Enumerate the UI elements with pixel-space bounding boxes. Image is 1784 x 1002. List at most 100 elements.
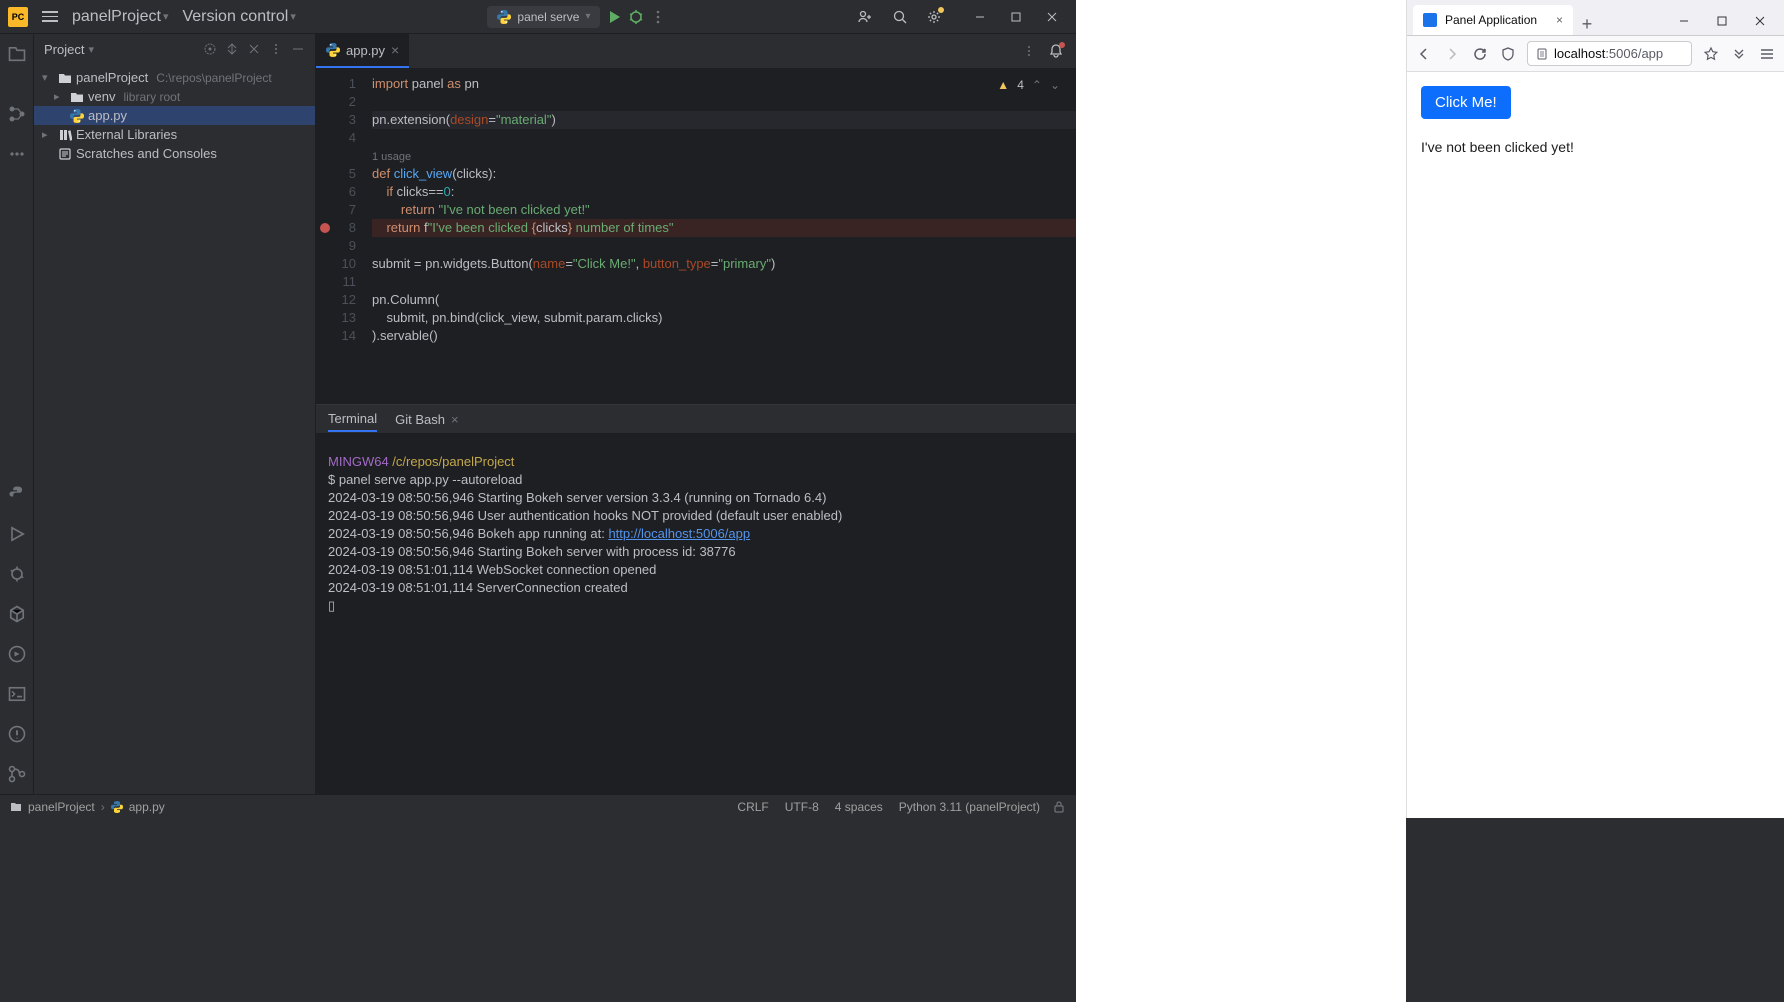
code-editor[interactable]: ▲ 4 ⌃ ⌄ 1234567891011121314 import panel… — [316, 68, 1076, 404]
close-tab-button[interactable]: × — [1556, 13, 1563, 27]
terminal-tab[interactable]: Git Bash× — [395, 408, 458, 431]
run-config-dropdown[interactable]: panel serve ▾ — [487, 6, 600, 28]
editor-tabs: app.py × — [316, 34, 1076, 68]
select-opened-file-icon[interactable] — [203, 42, 217, 56]
breakpoint-gutter[interactable] — [316, 68, 334, 404]
window-close-button[interactable] — [1036, 3, 1068, 31]
search-everywhere-button[interactable] — [892, 9, 908, 25]
editor-tab-label: app.py — [346, 43, 385, 58]
terminal-tabs: Terminal Git Bash× — [316, 405, 1076, 433]
terminal-line: 2024-03-19 08:50:56,946 Starting Bokeh s… — [328, 489, 1064, 507]
editor-tab-file[interactable]: app.py × — [316, 34, 409, 68]
tree-item[interactable]: app.py — [34, 106, 315, 125]
chevron-right-icon: › — [101, 800, 105, 814]
line-number: 4 — [334, 129, 356, 147]
tree-item[interactable]: Scratches and Consoles — [34, 144, 315, 163]
status-item[interactable]: 4 spaces — [835, 800, 883, 814]
line-number: 14 — [334, 327, 356, 345]
problems-tool-icon[interactable] — [7, 724, 27, 744]
line-number-gutter: 1234567891011121314 — [334, 68, 364, 404]
terminal-output[interactable]: MINGW64 /c/repos/panelProject$ panel ser… — [316, 433, 1076, 794]
run-tool-icon[interactable] — [7, 524, 27, 544]
code-line: import panel as pn — [372, 75, 1076, 93]
browser-tab-strip: Panel Application × + — [1407, 0, 1784, 36]
chevron-up-icon[interactable]: ⌃ — [1032, 76, 1042, 94]
status-item[interactable]: CRLF — [737, 800, 768, 814]
collapse-all-icon[interactable] — [247, 42, 261, 56]
overflow-button[interactable] — [1730, 46, 1748, 62]
status-bar: panelProject › app.py CRLF UTF-8 4 spaces P… — [0, 794, 1076, 818]
more-tool-icon[interactable] — [7, 144, 27, 164]
window-minimize-button[interactable] — [964, 3, 996, 31]
favicon-icon — [1423, 13, 1437, 27]
browser-tab[interactable]: Panel Application × — [1413, 5, 1573, 35]
line-number: 3 — [334, 111, 356, 129]
forward-button[interactable] — [1443, 46, 1461, 62]
main-menu-button[interactable] — [42, 11, 58, 22]
code-line: pn.Column( — [372, 291, 1076, 309]
chevron-down-icon[interactable]: ⌄ — [1050, 76, 1060, 94]
more-actions-button[interactable] — [650, 9, 666, 25]
breadcrumb[interactable]: panelProject › app.py — [10, 800, 165, 814]
breakpoint-icon[interactable] — [320, 223, 330, 233]
debug-button[interactable] — [628, 9, 644, 25]
project-tool-icon[interactable] — [7, 44, 27, 64]
lock-icon[interactable] — [1052, 800, 1066, 814]
editor-area: app.py × ▲ 4 ⌃ ⌄ 1234567891011121314 imp… — [316, 34, 1076, 794]
expand-all-icon[interactable] — [225, 42, 239, 56]
bookmark-button[interactable] — [1702, 46, 1720, 62]
line-number — [334, 147, 356, 165]
editor-options-icon[interactable] — [1022, 44, 1036, 58]
tree-hint: library root — [123, 90, 180, 104]
tree-label: venv — [88, 89, 115, 104]
window-minimize-button[interactable] — [1666, 7, 1702, 35]
browser-content: Click Me! I've not been clicked yet! — [1407, 72, 1784, 818]
inspection-widget[interactable]: ▲ 4 ⌃ ⌄ — [997, 76, 1060, 94]
back-button[interactable] — [1415, 46, 1433, 62]
code-line: return f"I've been clicked {clicks} numb… — [372, 219, 1076, 237]
structure-tool-icon[interactable] — [7, 104, 27, 124]
result-text: I've not been clicked yet! — [1421, 139, 1770, 155]
project-tool-title[interactable]: Project ▾ — [44, 42, 94, 57]
status-item[interactable]: Python 3.11 (panelProject) — [899, 800, 1040, 814]
app-menu-button[interactable] — [1758, 46, 1776, 62]
settings-button[interactable] — [926, 9, 942, 25]
terminal-tab[interactable]: Terminal — [328, 407, 377, 432]
vcs-dropdown[interactable]: Version control ▾ — [182, 8, 295, 26]
new-tab-button[interactable]: + — [1573, 14, 1601, 35]
vcs-tool-icon[interactable] — [7, 764, 27, 784]
python-packages-icon[interactable] — [7, 484, 27, 504]
window-maximize-button[interactable] — [1704, 7, 1740, 35]
tree-item[interactable]: ▸External Libraries — [34, 125, 315, 144]
terminal-tool-window: Terminal Git Bash× MINGW64 /c/repos/panel… — [316, 404, 1076, 794]
terminal-tool-icon[interactable] — [7, 684, 27, 704]
status-item[interactable]: UTF-8 — [785, 800, 819, 814]
window-maximize-button[interactable] — [1000, 3, 1032, 31]
click-me-button[interactable]: Click Me! — [1421, 86, 1511, 119]
shield-icon[interactable] — [1499, 46, 1517, 62]
scratch-icon — [58, 147, 72, 161]
line-number: 8 — [334, 219, 356, 237]
hide-tool-window-icon[interactable] — [291, 42, 305, 56]
browser-tab-title: Panel Application — [1445, 13, 1537, 27]
notifications-icon[interactable] — [1048, 43, 1064, 59]
line-number: 7 — [334, 201, 356, 219]
project-dropdown[interactable]: panelProject ▾ — [72, 8, 168, 26]
settings-icon[interactable] — [269, 42, 283, 56]
close-tab-button[interactable]: × — [391, 42, 399, 58]
debug-tool-icon[interactable] — [7, 564, 27, 584]
tree-item[interactable]: ▾panelProjectC:\repos\panelProject — [34, 68, 315, 87]
services-tool-icon[interactable] — [7, 604, 27, 624]
line-number: 6 — [334, 183, 356, 201]
close-icon[interactable]: × — [451, 412, 459, 427]
tree-item[interactable]: ▸venvlibrary root — [34, 87, 315, 106]
terminal-link[interactable]: http://localhost:5006/app — [608, 526, 750, 541]
run-config-label: panel serve — [517, 10, 579, 24]
run-button[interactable] — [606, 9, 622, 25]
reload-button[interactable] — [1471, 46, 1489, 62]
python-console-icon[interactable] — [7, 644, 27, 664]
code-with-me-icon[interactable] — [858, 9, 874, 25]
url-bar[interactable]: localhost:5006/app — [1527, 41, 1692, 66]
code-line: 1 usage — [372, 147, 1076, 165]
window-close-button[interactable] — [1742, 7, 1778, 35]
